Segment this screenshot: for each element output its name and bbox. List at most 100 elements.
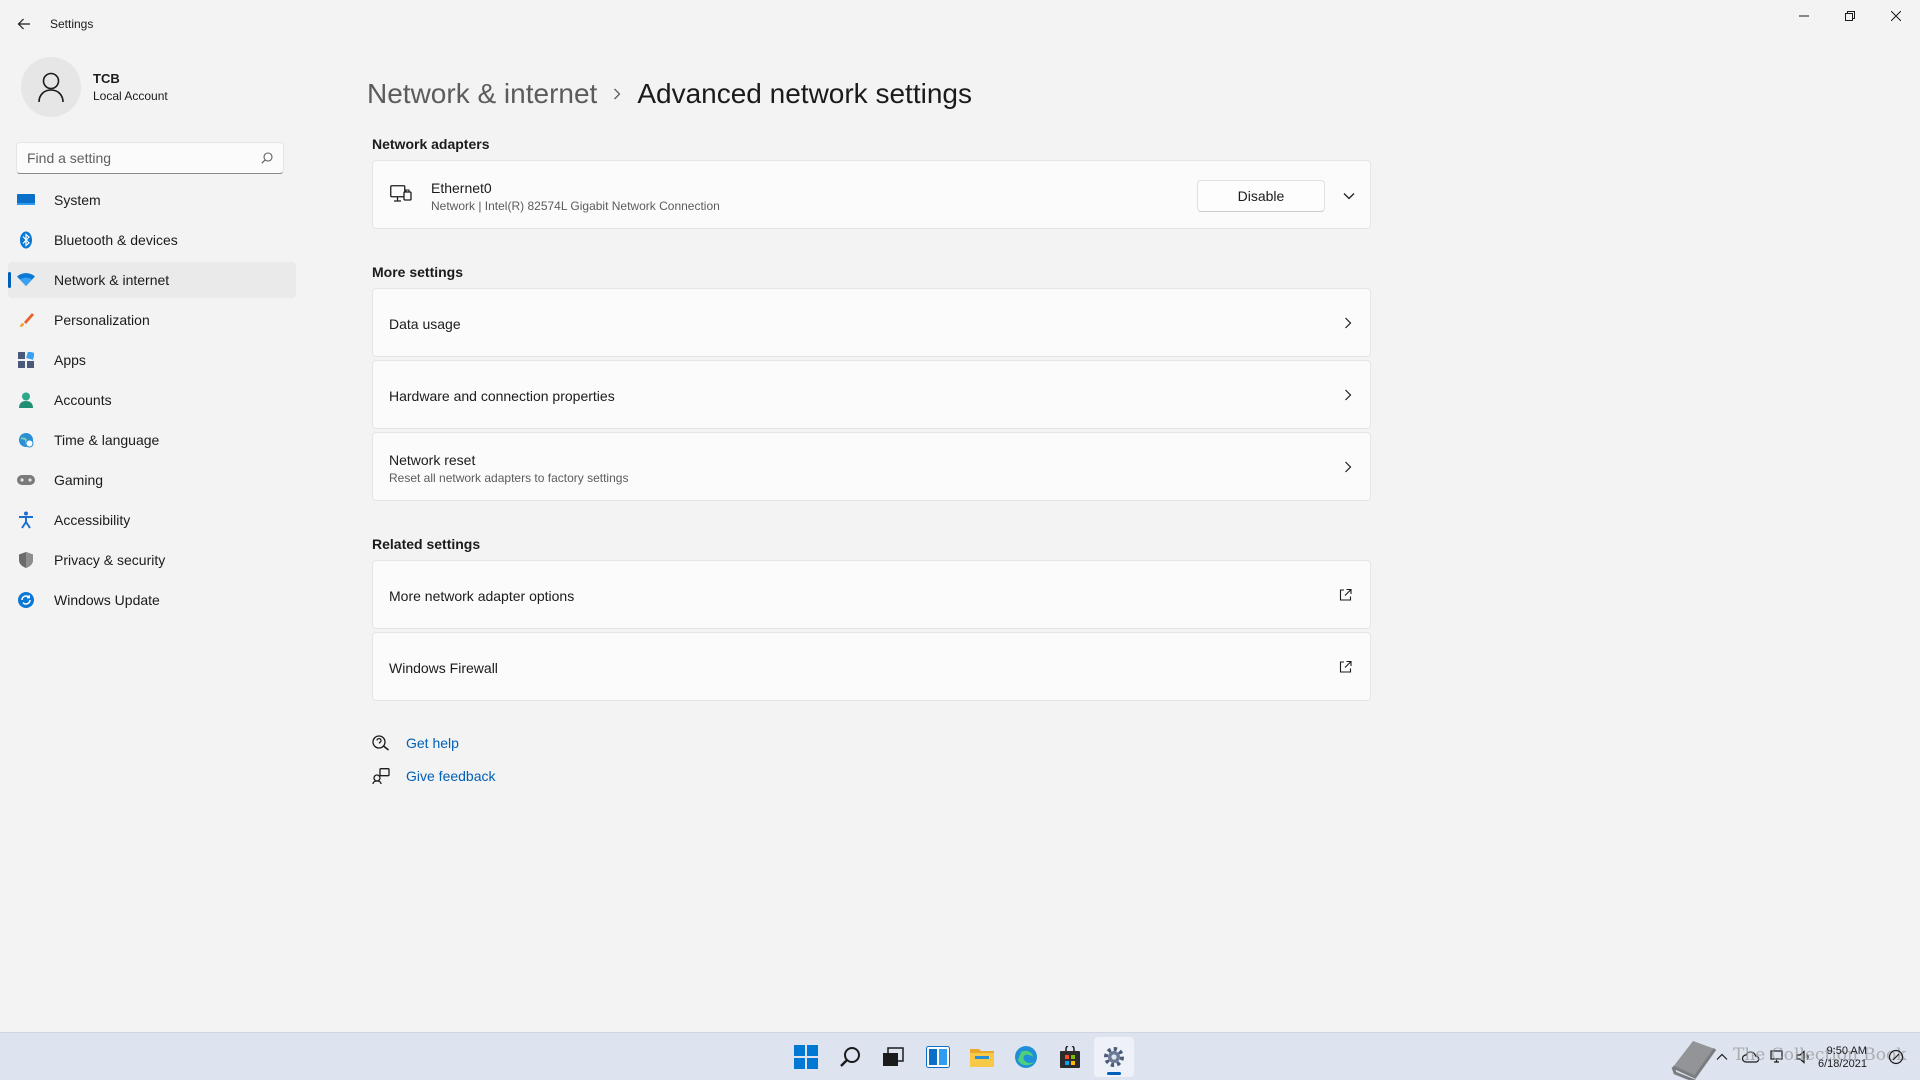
wifi-icon bbox=[16, 270, 36, 290]
card-subtitle: Reset all network adapters to factory se… bbox=[389, 471, 629, 485]
gear-icon bbox=[1104, 1047, 1124, 1067]
help-chat-icon bbox=[372, 735, 389, 751]
give-feedback-label: Give feedback bbox=[406, 768, 496, 784]
start-button[interactable] bbox=[786, 1037, 826, 1077]
profile-name: TCB bbox=[93, 71, 120, 86]
clock-date: 6/18/2021 bbox=[1818, 1058, 1867, 1070]
close-icon bbox=[1891, 11, 1901, 21]
user-profile[interactable]: TCB Local Account bbox=[21, 57, 168, 117]
globe-clock-icon bbox=[16, 430, 36, 450]
clock-time: 9:50 AM bbox=[1826, 1045, 1867, 1057]
sidebar-item-label: Accounts bbox=[54, 392, 112, 408]
section-title-related-settings: Related settings bbox=[372, 536, 481, 552]
avatar bbox=[21, 57, 81, 117]
minimize-icon bbox=[1799, 15, 1809, 17]
brush-icon bbox=[16, 310, 36, 330]
sidebar-item-system[interactable]: System bbox=[8, 182, 296, 218]
sidebar-item-label: Windows Update bbox=[54, 592, 160, 608]
breadcrumb-parent[interactable]: Network & internet bbox=[367, 78, 597, 110]
give-feedback-link[interactable]: Give feedback bbox=[372, 768, 496, 784]
chevron-down-icon bbox=[1343, 193, 1355, 200]
get-help-label: Get help bbox=[406, 735, 459, 751]
search-icon bbox=[840, 1047, 860, 1067]
restore-button[interactable] bbox=[1827, 0, 1873, 32]
edge-icon bbox=[1015, 1046, 1037, 1068]
sidebar-item-label: System bbox=[54, 192, 101, 208]
store-icon bbox=[1060, 1046, 1080, 1068]
accessibility-icon bbox=[16, 510, 36, 530]
disable-adapter-button[interactable]: Disable bbox=[1197, 180, 1325, 212]
hardware-connection-properties-link[interactable]: Hardware and connection properties bbox=[372, 360, 1371, 429]
task-view-icon bbox=[883, 1047, 904, 1066]
card-title: Windows Firewall bbox=[389, 660, 498, 676]
widgets-icon bbox=[926, 1046, 950, 1068]
taskbar-search-button[interactable] bbox=[830, 1037, 870, 1077]
windows-firewall-link[interactable]: Windows Firewall bbox=[372, 632, 1371, 701]
chevron-right-icon bbox=[613, 88, 621, 100]
network-reset-link[interactable]: Network reset Reset all network adapters… bbox=[372, 432, 1371, 501]
arrow-left-icon bbox=[17, 18, 30, 30]
folder-icon bbox=[970, 1049, 994, 1067]
adapter-description: Network | Intel(R) 82574L Gigabit Networ… bbox=[431, 199, 720, 213]
minimize-button[interactable] bbox=[1781, 0, 1827, 32]
back-button[interactable] bbox=[12, 12, 36, 36]
settings-app-button[interactable] bbox=[1094, 1037, 1134, 1077]
sidebar-item-label: Bluetooth & devices bbox=[54, 232, 178, 248]
person-icon bbox=[38, 72, 64, 103]
windows-logo-icon bbox=[794, 1045, 818, 1069]
gamepad-icon bbox=[16, 470, 36, 490]
close-button[interactable] bbox=[1873, 0, 1919, 32]
bluetooth-icon bbox=[16, 230, 36, 250]
card-title: More network adapter options bbox=[389, 588, 575, 604]
chevron-right-icon bbox=[1344, 317, 1352, 329]
store-button[interactable] bbox=[1050, 1037, 1090, 1077]
person-icon bbox=[16, 390, 36, 410]
sidebar-nav: System Bluetooth & devices Network & int… bbox=[8, 182, 296, 622]
search-icon bbox=[261, 152, 273, 164]
update-icon bbox=[16, 590, 36, 610]
sidebar-item-label: Apps bbox=[54, 352, 86, 368]
shield-icon bbox=[16, 550, 36, 570]
sidebar-item-network[interactable]: Network & internet bbox=[8, 262, 296, 298]
account-type: Local Account bbox=[93, 89, 168, 103]
sidebar-item-time-language[interactable]: Time & language bbox=[8, 422, 296, 458]
file-explorer-button[interactable] bbox=[962, 1037, 1002, 1077]
data-usage-link[interactable]: Data usage bbox=[372, 288, 1371, 357]
card-title: Data usage bbox=[389, 316, 461, 332]
sidebar-item-accessibility[interactable]: Accessibility bbox=[8, 502, 296, 538]
restore-icon bbox=[1845, 11, 1855, 21]
adapter-name: Ethernet0 bbox=[431, 180, 492, 196]
expand-adapter-button[interactable] bbox=[1335, 182, 1363, 210]
sidebar-item-label: Personalization bbox=[54, 312, 150, 328]
sidebar-item-accounts[interactable]: Accounts bbox=[8, 382, 296, 418]
notification-icon[interactable] bbox=[1888, 1049, 1904, 1065]
feedback-icon bbox=[372, 768, 390, 784]
sidebar-item-personalization[interactable]: Personalization bbox=[8, 302, 296, 338]
task-view-button[interactable] bbox=[873, 1037, 913, 1077]
sidebar-item-label: Privacy & security bbox=[54, 552, 166, 568]
sidebar-item-apps[interactable]: Apps bbox=[8, 342, 296, 378]
sidebar-item-privacy[interactable]: Privacy & security bbox=[8, 542, 296, 578]
sidebar-item-gaming[interactable]: Gaming bbox=[8, 462, 296, 498]
widgets-button[interactable] bbox=[918, 1037, 958, 1077]
search-input[interactable] bbox=[27, 150, 261, 166]
clock[interactable]: 9:50 AM 6/18/2021 bbox=[1818, 1045, 1867, 1071]
ethernet-adapter-icon bbox=[390, 185, 412, 210]
sidebar-item-label: Time & language bbox=[54, 432, 160, 448]
sidebar-item-windows-update[interactable]: Windows Update bbox=[8, 582, 296, 618]
search-box[interactable] bbox=[16, 142, 284, 174]
sidebar-item-label: Gaming bbox=[54, 472, 104, 488]
sidebar-item-bluetooth[interactable]: Bluetooth & devices bbox=[8, 222, 296, 258]
title-bar: Settings bbox=[0, 0, 1920, 48]
display-icon bbox=[16, 190, 36, 210]
book-icon bbox=[1671, 1041, 1717, 1080]
chevron-right-icon bbox=[1344, 389, 1352, 401]
page-title: Advanced network settings bbox=[637, 78, 972, 109]
get-help-link[interactable]: Get help bbox=[372, 735, 459, 751]
more-network-adapter-options-link[interactable]: More network adapter options bbox=[372, 560, 1371, 629]
external-link-icon bbox=[1339, 660, 1352, 673]
sidebar-item-label: Network & internet bbox=[54, 272, 170, 288]
apps-icon bbox=[16, 350, 36, 370]
edge-browser-button[interactable] bbox=[1006, 1037, 1046, 1077]
taskbar: The Collection Book 9:50 AM 6/18/2021 bbox=[0, 1032, 1920, 1080]
